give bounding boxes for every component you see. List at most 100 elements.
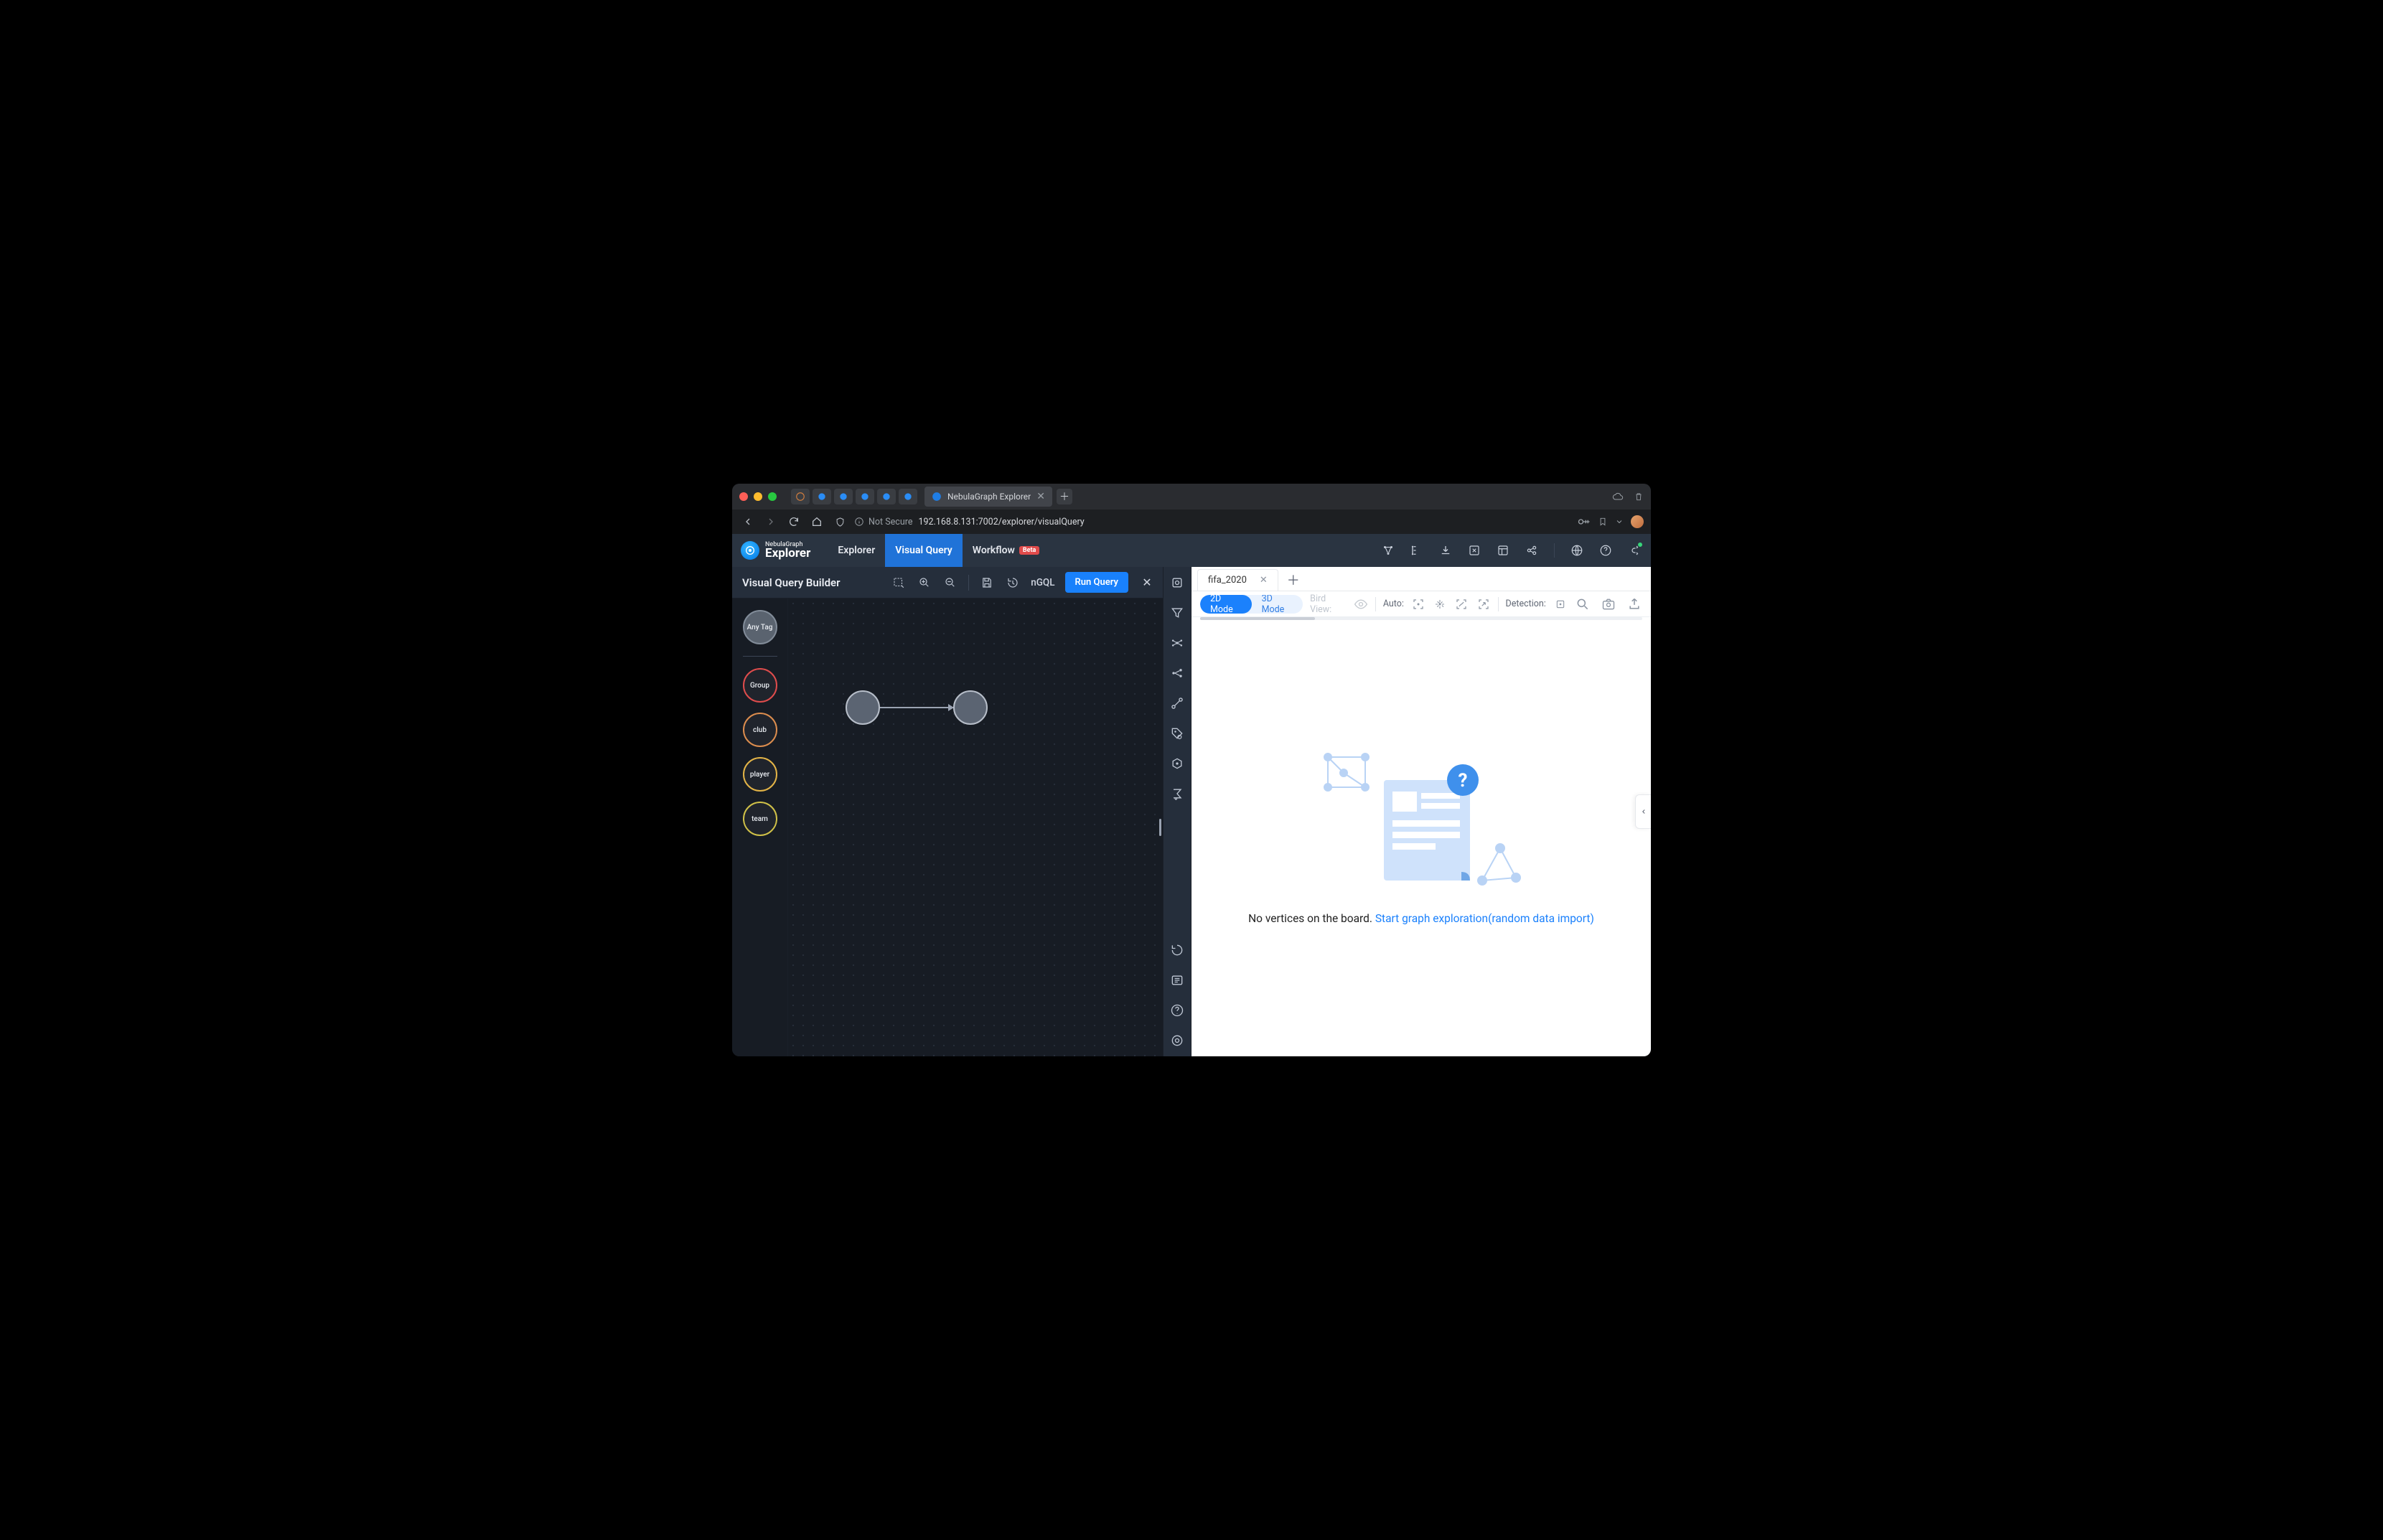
brand-logo-icon bbox=[741, 541, 759, 560]
panel-resize-handle[interactable] bbox=[1159, 819, 1163, 836]
tag-any[interactable]: Any Tag bbox=[743, 610, 777, 644]
main-nav: Explorer Visual Query Workflow Beta bbox=[828, 534, 1049, 567]
url-text[interactable]: 192.168.8.131:7002/explorer/visualQuery bbox=[918, 517, 1084, 527]
tag-club[interactable]: club bbox=[743, 713, 777, 747]
home-button[interactable] bbox=[808, 513, 825, 530]
rail-help-icon[interactable] bbox=[1169, 1002, 1186, 1019]
nav-workflow[interactable]: Workflow Beta bbox=[963, 534, 1050, 567]
query-edge[interactable] bbox=[880, 707, 953, 708]
rail-settings-icon[interactable] bbox=[1169, 1032, 1186, 1049]
back-button[interactable] bbox=[739, 513, 757, 530]
query-node[interactable] bbox=[953, 690, 988, 725]
pinned-tab[interactable] bbox=[899, 489, 917, 504]
rail-filter-icon[interactable] bbox=[1169, 604, 1186, 621]
history-icon[interactable] bbox=[1005, 575, 1021, 591]
bird-view-label: Bird View: bbox=[1310, 593, 1347, 615]
key-icon[interactable] bbox=[1578, 517, 1591, 527]
forward-button[interactable] bbox=[762, 513, 779, 530]
window-minimize-icon[interactable] bbox=[754, 492, 762, 501]
tool-rail bbox=[1163, 567, 1192, 1056]
connection-icon[interactable] bbox=[1628, 544, 1641, 557]
auto-edge-icon[interactable] bbox=[1454, 596, 1469, 612]
rail-aggregate-icon[interactable] bbox=[1169, 785, 1186, 802]
view-mode-toggle[interactable]: 2D Mode 3D Mode bbox=[1200, 595, 1303, 614]
auto-label: Auto: bbox=[1383, 598, 1404, 609]
tag-team[interactable]: team bbox=[743, 802, 777, 836]
rail-list-icon[interactable] bbox=[1169, 972, 1186, 989]
schema-icon[interactable] bbox=[1382, 544, 1395, 557]
result-toolbar: 2D Mode 3D Mode Bird View: Auto: Detecti… bbox=[1192, 591, 1651, 617]
brand[interactable]: NebulaGraph Explorer bbox=[741, 541, 810, 560]
auto-layout-icon[interactable] bbox=[1433, 596, 1447, 612]
tree-icon[interactable] bbox=[1410, 544, 1423, 557]
cloud-icon[interactable] bbox=[1612, 491, 1624, 502]
window-zoom-icon[interactable] bbox=[768, 492, 777, 501]
window-close-icon[interactable] bbox=[739, 492, 748, 501]
auto-fit-icon[interactable] bbox=[1411, 596, 1425, 612]
empty-state-link[interactable]: Start graph exploration(random data impo… bbox=[1375, 912, 1594, 925]
globe-icon[interactable] bbox=[1570, 544, 1583, 557]
reload-button[interactable] bbox=[785, 513, 802, 530]
profile-avatar[interactable] bbox=[1631, 515, 1644, 528]
mode-3d[interactable]: 3D Mode bbox=[1252, 595, 1303, 614]
query-node[interactable] bbox=[846, 690, 880, 725]
rail-tag-inspect-icon[interactable] bbox=[1169, 725, 1186, 742]
result-snapshot-icon[interactable] bbox=[1601, 596, 1616, 612]
result-search-icon[interactable] bbox=[1575, 596, 1591, 612]
pinned-tab[interactable] bbox=[813, 489, 831, 504]
mode-2d[interactable]: 2D Mode bbox=[1200, 595, 1252, 614]
brand-small: NebulaGraph bbox=[765, 542, 810, 548]
window-controls[interactable] bbox=[739, 492, 777, 501]
not-secure-label: Not Secure bbox=[869, 517, 912, 527]
rail-common-neighbor-icon[interactable] bbox=[1169, 665, 1186, 682]
result-tab-add[interactable]: ＋ bbox=[1283, 569, 1304, 591]
query-canvas[interactable] bbox=[788, 598, 1163, 1056]
rail-subgraph-icon[interactable] bbox=[1169, 755, 1186, 772]
tag-player[interactable]: player bbox=[743, 757, 777, 792]
bookmark-icon[interactable] bbox=[1598, 517, 1608, 527]
share-icon[interactable] bbox=[1525, 544, 1538, 557]
tag-group[interactable]: Group bbox=[743, 668, 777, 703]
nav-explorer[interactable]: Explorer bbox=[828, 534, 885, 567]
security-indicator[interactable]: Not Secure bbox=[854, 517, 912, 527]
ngql-label[interactable]: nGQL bbox=[1031, 577, 1054, 588]
run-query-button[interactable]: Run Query bbox=[1065, 572, 1128, 593]
select-area-icon[interactable] bbox=[891, 575, 907, 591]
bird-view-toggle-icon[interactable] bbox=[1354, 596, 1368, 612]
import-icon[interactable] bbox=[1439, 544, 1452, 557]
result-export-icon[interactable] bbox=[1626, 596, 1642, 612]
pinned-tab[interactable] bbox=[877, 489, 896, 504]
header-right bbox=[1382, 543, 1641, 558]
result-tab-close-icon[interactable]: ✕ bbox=[1260, 575, 1268, 586]
chevron-down-icon[interactable] bbox=[1615, 517, 1624, 526]
save-icon[interactable] bbox=[979, 575, 995, 591]
trash-icon[interactable] bbox=[1634, 491, 1644, 502]
rail-undo-history-icon[interactable] bbox=[1169, 942, 1186, 959]
header-separator bbox=[1554, 543, 1555, 558]
result-tab-label: fifa_2020 bbox=[1208, 575, 1247, 586]
detection-toggle-icon[interactable] bbox=[1553, 596, 1568, 612]
toolbar-scrollbar[interactable] bbox=[1200, 617, 1315, 620]
zoom-in-icon[interactable] bbox=[917, 575, 932, 591]
auto-expand-icon[interactable] bbox=[1476, 596, 1490, 612]
browser-tab-close-icon[interactable]: ✕ bbox=[1036, 491, 1045, 502]
rail-path-icon[interactable] bbox=[1169, 695, 1186, 712]
new-tab-button[interactable]: ＋ bbox=[1057, 489, 1072, 504]
zoom-out-icon[interactable] bbox=[942, 575, 958, 591]
pinned-tab[interactable] bbox=[791, 489, 810, 504]
result-tab[interactable]: fifa_2020 ✕ bbox=[1197, 569, 1278, 591]
collapse-panel-button[interactable] bbox=[1635, 794, 1651, 829]
close-builder-icon[interactable]: ✕ bbox=[1138, 576, 1156, 589]
query-builder-toolbar: Visual Query Builder nGQL Run Query ✕ bbox=[732, 567, 1163, 598]
export-icon[interactable] bbox=[1468, 544, 1481, 557]
pinned-tab[interactable] bbox=[834, 489, 853, 504]
template-icon[interactable] bbox=[1497, 544, 1509, 557]
rail-locate-icon[interactable] bbox=[1169, 574, 1186, 591]
shield-icon[interactable] bbox=[831, 513, 848, 530]
pinned-tab[interactable] bbox=[856, 489, 874, 504]
help-icon[interactable] bbox=[1599, 544, 1612, 557]
address-bar-right bbox=[1578, 515, 1644, 528]
rail-expand-icon[interactable] bbox=[1169, 634, 1186, 652]
browser-tab-active[interactable]: NebulaGraph Explorer ✕ bbox=[924, 487, 1052, 507]
nav-visual-query[interactable]: Visual Query bbox=[885, 534, 963, 567]
